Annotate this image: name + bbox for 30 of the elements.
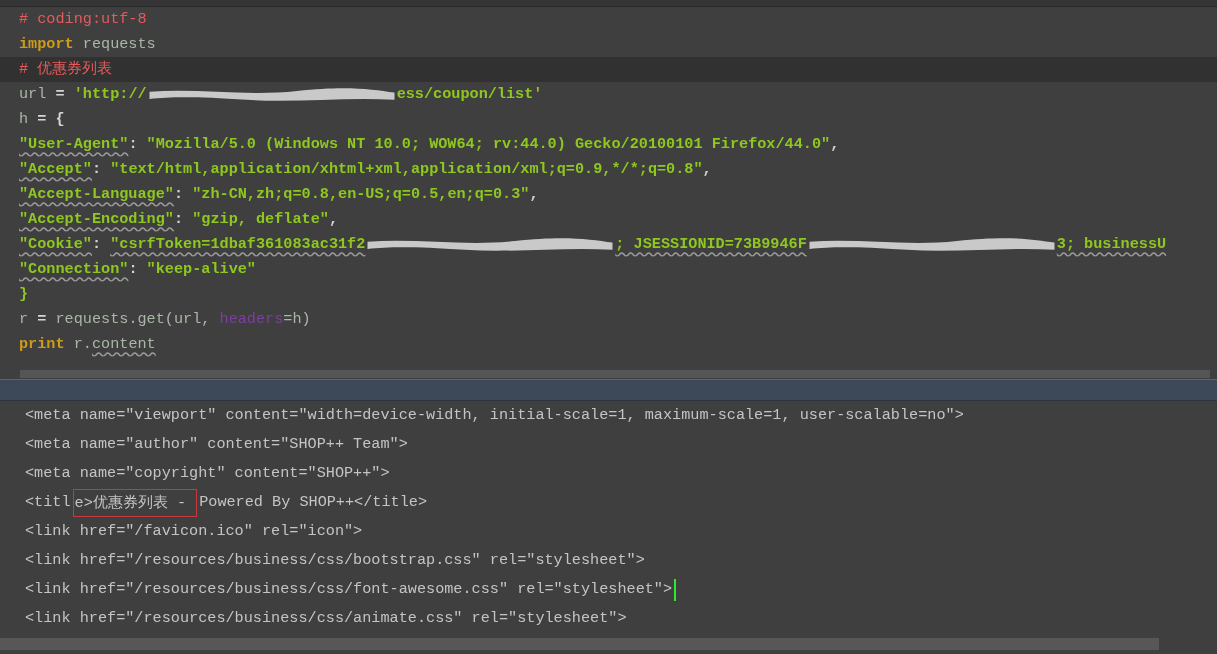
html-line-text: <link href="/favicon.ico" rel="icon"> — [25, 521, 363, 542]
code-text: r = requests.get(url, headers=h) — [19, 309, 311, 330]
code-text: "Connection": "keep-alive" — [19, 259, 256, 280]
code-text: ; JSESSIONID=73B9946F — [615, 234, 807, 255]
code-text: "Accept-Language": "zh-CN,zh;q=0.8,en-US;q=0.5,en;q=0.3", — [19, 184, 539, 205]
html-line-text: <link href="/resources/business/css/bootstrap.css" rel="stylesheet"> — [25, 550, 645, 571]
html-line-text: <meta name="copyright" content="SHOP++"> — [25, 463, 390, 484]
html-line-text: <link href="/resources/business/css/font-awesome.css" rel="stylesheet"> — [25, 579, 673, 600]
code-text: "Accept": "text/html,application/xhtml+xml,application/xml;q=0.9,*/*;q=0.8", — [19, 159, 712, 180]
code-text: "User-Agent": "Mozilla/5.0 (Windows NT 10.0; WOW64; rv:44.0) Gecko/20100101 Firefox/44.0", — [19, 134, 840, 155]
code-text: # coding:utf-8 — [19, 9, 147, 30]
html-line-text: <meta name="viewport" content="width=device-width, initial-scale=1, maximum-scale=1, user-scalable=no"> — [25, 405, 964, 426]
html-line-text: <titl — [25, 492, 71, 513]
code-text: ess/coupon/list' — [396, 84, 543, 105]
html-line-text: <link href="/resources/business/css/animate.css" rel="stylesheet"> — [25, 608, 627, 629]
boxed-text: e>优惠券列表 - — [72, 488, 198, 517]
code-text: 3; businessU — [1056, 234, 1167, 255]
code-text: h = { — [19, 109, 65, 130]
code-text: # 优惠券列表 — [19, 59, 113, 80]
code-text: url = 'http:// — [19, 84, 147, 105]
horizontal-scrollbar[interactable] — [0, 638, 1159, 650]
html-line-text: Powered By SHOP++</title> — [199, 492, 427, 513]
code-text: import requests — [19, 34, 156, 55]
code-text: "Accept-Encoding": "gzip, deflate", — [19, 209, 339, 230]
html-line-text: <meta name="author" content="SHOP++ Team"> — [25, 434, 408, 455]
code-text: } — [19, 284, 29, 305]
code-text: print r.content — [19, 334, 156, 355]
text-cursor — [674, 578, 677, 601]
horizontal-scrollbar[interactable] — [20, 370, 1210, 378]
code-text: "Cookie": "csrfToken=1dbaf361083ac31f2 — [19, 234, 366, 255]
